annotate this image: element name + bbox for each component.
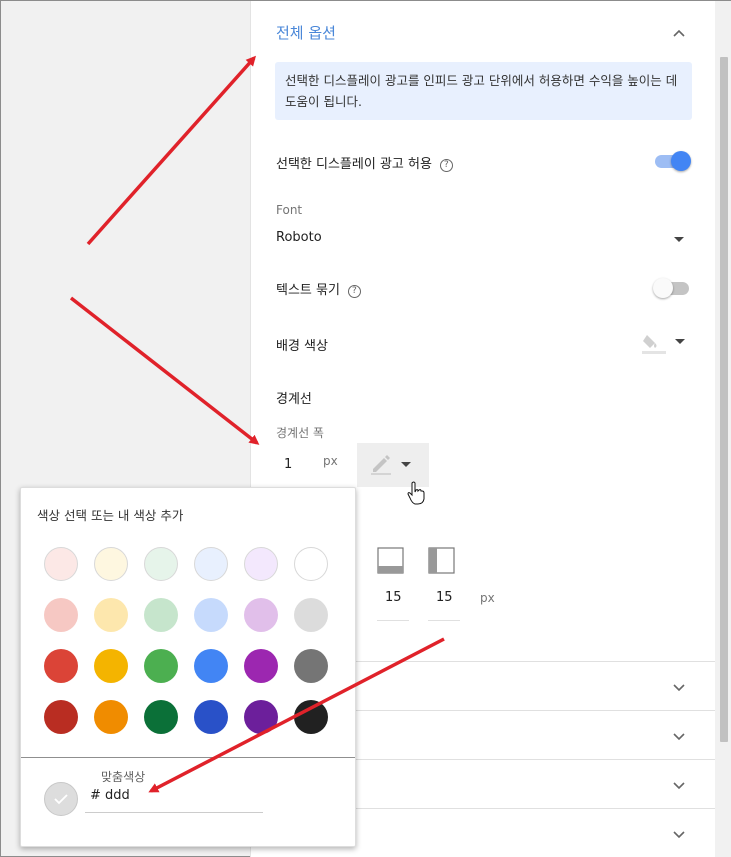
bg-color-caret-icon [675, 339, 685, 344]
chevron-down-icon[interactable] [672, 729, 686, 743]
chevron-down-icon[interactable] [672, 827, 686, 841]
border-color-caret-icon [401, 462, 411, 467]
help-icon[interactable]: ? [439, 159, 453, 172]
info-box: 선택한 디스플레이 광고를 인피드 광고 단위에서 허용하면 수익을 높이는 데… [275, 62, 692, 120]
scrollbar-thumb[interactable] [720, 57, 728, 742]
chevron-down-icon[interactable] [672, 680, 686, 694]
color-swatch[interactable] [94, 700, 128, 734]
color-swatch[interactable] [144, 547, 178, 581]
color-swatch[interactable] [44, 598, 78, 632]
bg-color-button[interactable] [641, 331, 691, 355]
border-width-label: 경계선 폭 [276, 426, 324, 440]
color-swatch[interactable] [294, 547, 328, 581]
font-select-value[interactable]: Roboto [276, 230, 322, 245]
allow-display-label: 선택한 디스플레이 광고 허용 [276, 157, 432, 172]
check-icon [54, 794, 68, 805]
hand-cursor-icon [407, 481, 425, 505]
arrow-to-section-title [86, 55, 256, 246]
padding-bottom-icon [377, 547, 404, 574]
paint-bucket-icon [642, 335, 666, 354]
hex-input-underline [85, 812, 263, 813]
color-swatch[interactable] [144, 598, 178, 632]
border-width-unit: px [323, 454, 338, 468]
text-wrap-row: 텍스트 묶기? [276, 279, 361, 298]
pencil-icon [371, 455, 391, 475]
font-label: Font [276, 203, 303, 217]
color-swatch[interactable] [294, 598, 328, 632]
custom-color-swatch[interactable] [44, 782, 78, 816]
color-swatch[interactable] [194, 598, 228, 632]
text-wrap-toggle[interactable] [653, 276, 691, 300]
color-picker-popup: 색상 선택 또는 내 색상 추가 맞춤색상 # ddd [20, 487, 356, 847]
color-swatch[interactable] [244, 598, 278, 632]
border-heading: 경계선 [276, 392, 312, 407]
color-swatch[interactable] [44, 649, 78, 683]
bg-color-label: 배경 색상 [276, 339, 328, 354]
color-swatch[interactable] [144, 700, 178, 734]
color-swatch[interactable] [244, 649, 278, 683]
color-swatch[interactable] [294, 649, 328, 683]
padding-bottom-underline [377, 620, 409, 621]
help-icon[interactable]: ? [347, 285, 361, 298]
allow-display-toggle[interactable] [653, 149, 691, 173]
padding-left-icon [428, 547, 455, 574]
color-picker-title: 색상 선택 또는 내 색상 추가 [37, 508, 184, 523]
color-swatch[interactable] [94, 598, 128, 632]
color-swatch[interactable] [44, 547, 78, 581]
color-swatch[interactable] [44, 700, 78, 734]
padding-left-input[interactable]: 15 [436, 590, 453, 605]
color-swatch[interactable] [244, 547, 278, 581]
custom-color-label: 맞춤색상 [101, 770, 146, 784]
chevron-down-icon[interactable] [672, 778, 686, 792]
popup-divider [21, 757, 355, 758]
font-dropdown-caret-icon[interactable] [674, 237, 684, 242]
color-swatch[interactable] [244, 700, 278, 734]
padding-left-underline [428, 620, 460, 621]
arrow-to-border-width [69, 296, 260, 445]
border-width-input[interactable]: 1 [284, 457, 292, 472]
color-swatch[interactable] [294, 700, 328, 734]
allow-display-row: 선택한 디스플레이 광고 허용? [276, 153, 453, 172]
color-swatch[interactable] [194, 547, 228, 581]
color-swatch[interactable] [144, 649, 178, 683]
hex-color-input[interactable]: # ddd [90, 788, 130, 803]
color-swatch[interactable] [94, 649, 128, 683]
chevron-up-icon[interactable] [672, 26, 686, 40]
padding-unit: px [480, 591, 495, 605]
color-swatch[interactable] [94, 547, 128, 581]
scrollbar[interactable] [715, 1, 731, 857]
padding-bottom-input[interactable]: 15 [385, 590, 402, 605]
section-title[interactable]: 전체 옵션 [276, 22, 336, 43]
color-swatch[interactable] [194, 700, 228, 734]
text-wrap-label: 텍스트 묶기 [276, 283, 340, 298]
color-swatch[interactable] [194, 649, 228, 683]
